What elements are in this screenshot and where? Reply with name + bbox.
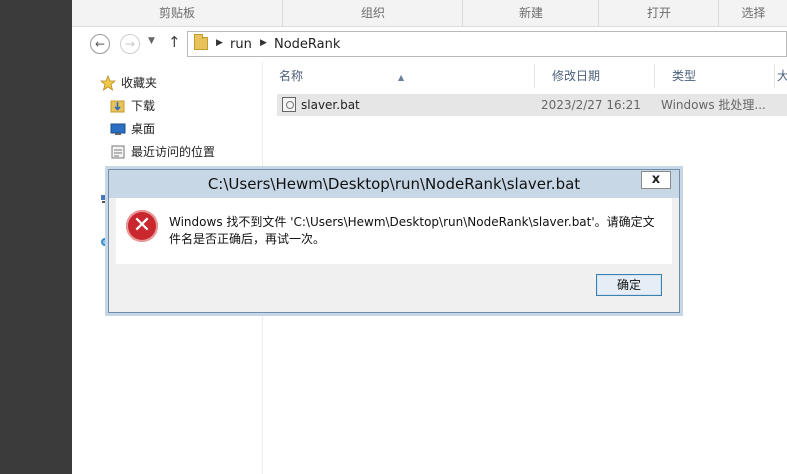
column-header-size[interactable]: 大 xyxy=(775,64,787,88)
forward-arrow-icon: → xyxy=(124,37,136,51)
column-header-name[interactable]: 名称 ▲ xyxy=(262,64,535,88)
file-type: Windows 批处理... xyxy=(661,98,766,112)
desktop-icon xyxy=(110,121,126,137)
back-button[interactable]: ← xyxy=(90,34,110,54)
dialog-footer: 确定 xyxy=(116,264,672,304)
forward-button[interactable]: → xyxy=(120,34,140,54)
ribbon-group-new[interactable]: 新建 xyxy=(462,0,599,26)
file-name: slaver.bat xyxy=(301,98,360,112)
recent-places-icon xyxy=(110,144,126,160)
ribbon-group-organize[interactable]: 组织 xyxy=(282,0,463,26)
address-row: ← → ▼ ↑ ▶ run ▶ NodeRank xyxy=(72,30,787,58)
breadcrumb-chevron-icon[interactable]: ▶ xyxy=(216,38,223,48)
column-header-type[interactable]: 类型 xyxy=(655,64,775,88)
sort-ascending-icon: ▲ xyxy=(398,73,405,82)
dialog-title: C:\Users\Hewm\Desktop\run\NodeRank\slave… xyxy=(109,170,679,198)
ribbon-bar: 剪贴板 组织 新建 打开 选择 xyxy=(72,0,787,27)
nav-label: 下载 xyxy=(131,99,156,113)
nav-label: 收藏夹 xyxy=(121,76,158,90)
close-button[interactable]: x xyxy=(641,171,671,189)
back-arrow-icon: ← xyxy=(94,37,106,51)
file-modified: 2023/2/27 16:21 xyxy=(541,98,641,112)
ribbon-group-select[interactable]: 选择 xyxy=(718,0,787,26)
file-row[interactable]: slaver.bat 2023/2/27 16:21 Windows 批处理..… xyxy=(277,94,787,116)
error-icon: ✕ xyxy=(126,210,158,242)
ribbon-group-clipboard[interactable]: 剪贴板 xyxy=(72,0,282,26)
column-header-modified[interactable]: 修改日期 xyxy=(535,64,655,88)
up-arrow-icon[interactable]: ↑ xyxy=(168,33,181,51)
breadcrumb-chevron-icon[interactable]: ▶ xyxy=(260,38,267,48)
ribbon-group-open[interactable]: 打开 xyxy=(598,0,719,26)
background-strip xyxy=(0,0,72,474)
dialog-message: Windows 找不到文件 'C:\Users\Hewm\Desktop\run… xyxy=(169,215,655,246)
batch-file-icon xyxy=(282,97,296,112)
error-dialog: C:\Users\Hewm\Desktop\run\NodeRank\slave… xyxy=(108,169,680,313)
nav-label: 桌面 xyxy=(131,122,156,136)
download-folder-icon xyxy=(110,98,126,114)
star-icon xyxy=(99,74,117,91)
ok-button[interactable]: 确定 xyxy=(596,274,662,296)
recent-locations-chevron-icon[interactable]: ▼ xyxy=(148,36,155,46)
close-icon: x xyxy=(651,172,661,187)
breadcrumb-noderank[interactable]: NodeRank xyxy=(274,37,340,52)
dialog-body: ✕ Windows 找不到文件 'C:\Users\Hewm\Desktop\r… xyxy=(116,198,672,264)
column-label: 名称 xyxy=(279,69,304,83)
folder-icon xyxy=(194,34,208,50)
nav-label: 最近访问的位置 xyxy=(131,145,216,159)
breadcrumb-run[interactable]: run xyxy=(230,37,252,52)
address-bar[interactable]: ▶ run ▶ NodeRank xyxy=(187,31,787,57)
